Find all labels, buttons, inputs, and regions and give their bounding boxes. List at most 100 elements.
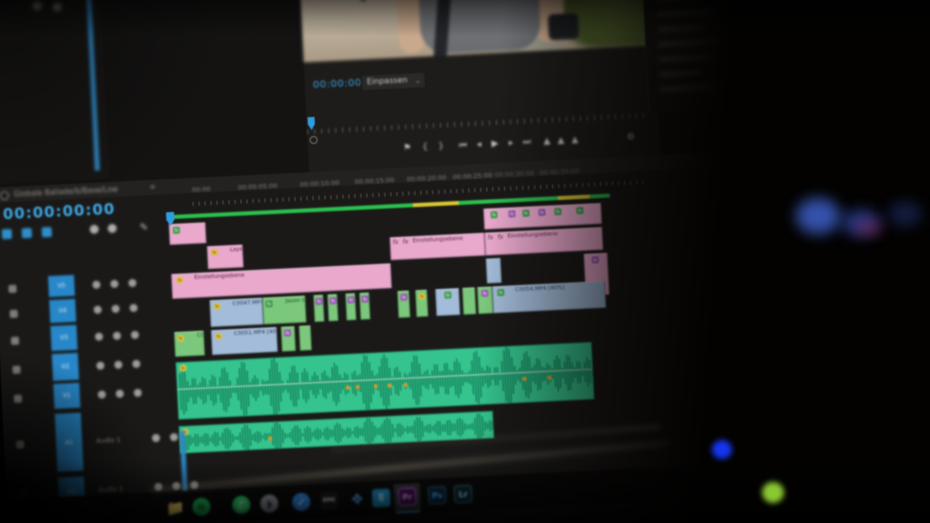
panel-icon[interactable]	[53, 2, 62, 11]
fx-glyph: fx	[403, 238, 409, 245]
fx-badge: fx	[592, 256, 599, 263]
clip-label: C0047.MP4	[232, 300, 263, 308]
clip[interactable]	[462, 287, 476, 315]
list-item[interactable]	[656, 0, 700, 2]
clip-c0050[interactable]: fx C0050	[174, 331, 205, 357]
fx-glyph: fx	[487, 234, 493, 241]
clip-jason-intro[interactable]: fx Jason Intro	[262, 296, 306, 325]
fx-badge: fx	[481, 290, 488, 297]
clip-c0054-mp4-40-[interactable]: fxC0054.MP4 [40%]	[492, 281, 606, 313]
add-marker-button[interactable]: ⚑	[400, 141, 415, 156]
premiere-pro-icon[interactable]: Pr	[397, 486, 418, 507]
clip-label: Einstellungsebene	[194, 273, 245, 281]
clip[interactable]: fx	[359, 292, 370, 319]
video-camera	[548, 13, 579, 40]
bokeh-blue-large	[796, 198, 840, 234]
clip-c0047-mp4[interactable]: fx C0047.MP4	[209, 298, 263, 328]
clip[interactable]	[299, 325, 312, 351]
fx-badge: fx	[176, 277, 183, 284]
clip[interactable]: fx	[281, 326, 296, 352]
check-badge-icon-glyph: ✓	[292, 493, 311, 512]
audio-keyframe[interactable]	[388, 383, 392, 387]
spotify-icon[interactable]: ≋	[191, 496, 212, 517]
check-badge-icon[interactable]: ✓	[291, 492, 312, 513]
clip[interactable]: fxfxfxfxfxfx	[483, 203, 602, 230]
premiere-pro-icon-glyph: Pr	[398, 487, 417, 506]
audio-keyframe[interactable]	[356, 385, 360, 389]
lift-button[interactable]: ▲	[540, 134, 555, 149]
fx-badge: fx	[265, 300, 272, 307]
audio-keyframe[interactable]	[374, 384, 378, 388]
step-forward-button[interactable]: ▸	[504, 136, 519, 151]
clip-label: C0050	[197, 332, 205, 339]
list-item[interactable]	[657, 9, 714, 17]
play-button[interactable]: ▶	[488, 137, 503, 152]
extract-button[interactable]: ▲	[554, 134, 569, 149]
mark-out-button[interactable]: }	[434, 139, 449, 154]
preview-zoom-handle[interactable]	[309, 136, 317, 144]
clip[interactable]: fx	[435, 288, 460, 316]
blue-window-icon[interactable]: ⫿⫿	[371, 488, 392, 509]
go-to-in-button[interactable]: ⏮	[456, 138, 471, 153]
clip[interactable]: fx	[169, 222, 207, 245]
fx-badge: fx	[490, 211, 497, 218]
fx-glyph: fx	[497, 234, 503, 241]
fit-dropdown[interactable]: Einpassen ⌄	[360, 71, 426, 91]
photo-of-editing-workstation: 00:00:00:00 Einpassen ⌄ ⚑{}⏮◂▶▸⏭▲▲▲⚙ Glo…	[0, 0, 930, 523]
active-underline	[396, 510, 420, 513]
list-item[interactable]	[660, 70, 703, 77]
list-item[interactable]	[658, 25, 706, 32]
clip-einstellungsebene[interactable]: fxfxEinstellungsebene	[389, 233, 485, 261]
blue-window-icon-glyph: ⫿⫿	[372, 489, 391, 508]
clip-label: Jason Intro	[285, 297, 306, 304]
clip[interactable]: fx	[415, 290, 428, 318]
list-item[interactable]	[659, 54, 711, 62]
folder-icon[interactable]: 📁	[165, 498, 186, 519]
mark-in-button[interactable]: {	[418, 140, 433, 155]
clip-layer-0[interactable]: fxLayer 0	[207, 245, 244, 270]
audio-keyframe[interactable]	[404, 382, 408, 386]
source-panel	[0, 0, 109, 184]
fx-badge: fx	[554, 208, 561, 215]
step-back-button[interactable]: ◂	[472, 138, 487, 153]
clip[interactable]: fx	[477, 286, 493, 314]
export-frame-button[interactable]: ▲	[568, 133, 583, 148]
epic-games-icon[interactable]: EPIC	[319, 490, 340, 511]
list-item[interactable]	[658, 39, 719, 47]
fx-badge: fx	[444, 291, 451, 298]
photoshop-icon[interactable]: Ps	[427, 485, 448, 506]
epic-games-icon-glyph: EPIC	[320, 491, 339, 510]
whatsapp-icon-glyph: ✆	[232, 496, 251, 515]
clip[interactable]: fx	[313, 295, 324, 322]
moon-icon[interactable]: ◗	[259, 493, 280, 514]
fx-badge: fx	[213, 303, 220, 310]
panel-icon[interactable]	[33, 1, 42, 10]
clip[interactable]: fx	[397, 290, 410, 318]
audio-keyframe[interactable]	[268, 437, 272, 441]
audio-keyframe[interactable]	[547, 375, 551, 379]
panel-scrollbar[interactable]	[86, 0, 100, 171]
game-icon[interactable]: ❖	[347, 489, 368, 510]
video-pole	[359, 0, 366, 2]
chevron-down-icon: ⌄	[415, 74, 422, 88]
fx-badge: fx	[347, 296, 354, 303]
fx-badge: fx	[177, 335, 184, 342]
list-item[interactable]	[660, 84, 716, 92]
clip[interactable]: fx	[327, 294, 338, 321]
whatsapp-icon[interactable]: ✆	[231, 494, 252, 515]
clip-label: Einstellungsebene	[507, 231, 558, 239]
go-to-out-button[interactable]: ⏭	[520, 135, 535, 150]
lightroom-icon[interactable]: Lr	[453, 484, 474, 505]
clip-c0051-mp4-40-[interactable]: fxC0051.MP4 [40%]	[211, 327, 278, 355]
clip-einstellungsebene[interactable]: fxfx Einstellungsebene	[484, 227, 603, 256]
fx-badge: fx	[497, 289, 504, 296]
project-list-panel	[641, 0, 835, 114]
clip[interactable]	[486, 258, 502, 284]
audio-keyframe[interactable]	[522, 377, 526, 381]
fx-badge: fx	[418, 293, 425, 300]
bokeh-blue-dim	[888, 202, 922, 226]
fx-badge: fx	[284, 329, 291, 336]
audio-keyframe[interactable]	[346, 385, 350, 389]
clip[interactable]: fx	[345, 293, 356, 320]
settings-button[interactable]: ⚙	[624, 130, 639, 145]
